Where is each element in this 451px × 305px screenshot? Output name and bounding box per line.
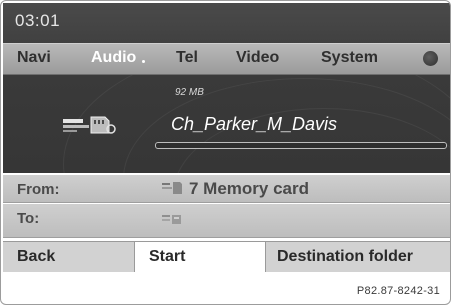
to-label: To: [17, 210, 40, 227]
main-menu-bar: Navi Audio Tel Video System [3, 43, 450, 75]
softkey-bar: Back Start Destination folder [3, 241, 450, 272]
to-row: To: [3, 204, 450, 238]
memory-card-icon [162, 182, 182, 194]
media-storage-icon [162, 215, 181, 224]
memory-card-icon [63, 116, 116, 134]
destination-folder-button[interactable]: Destination folder [267, 242, 450, 272]
back-button[interactable]: Back [3, 242, 133, 272]
menu-item-tel[interactable]: Tel [176, 49, 198, 67]
menu-item-navi[interactable]: Navi [17, 49, 51, 67]
reference-code: P82.87-8242-31 [356, 285, 440, 297]
menu-item-audio[interactable]: Audio [91, 49, 146, 67]
menu-indicator-dot[interactable] [423, 51, 438, 66]
from-row: From: 7 Memory card [3, 175, 450, 203]
start-button[interactable]: Start [134, 242, 266, 272]
media-screen: 03:01 Navi Audio Tel Video System 92 MB … [3, 3, 450, 173]
track-title: Ch_Parker_M_Davis [171, 114, 338, 134]
menu-item-system[interactable]: System [321, 49, 378, 67]
from-value: 7 Memory card [189, 179, 309, 198]
transfer-progress-bar [155, 142, 447, 149]
menu-item-video[interactable]: Video [236, 49, 279, 67]
media-size-label: 92 MB [175, 87, 204, 98]
clock: 03:01 [15, 11, 61, 30]
display-frame: 03:01 Navi Audio Tel Video System 92 MB … [0, 0, 451, 305]
from-label: From: [17, 181, 60, 198]
